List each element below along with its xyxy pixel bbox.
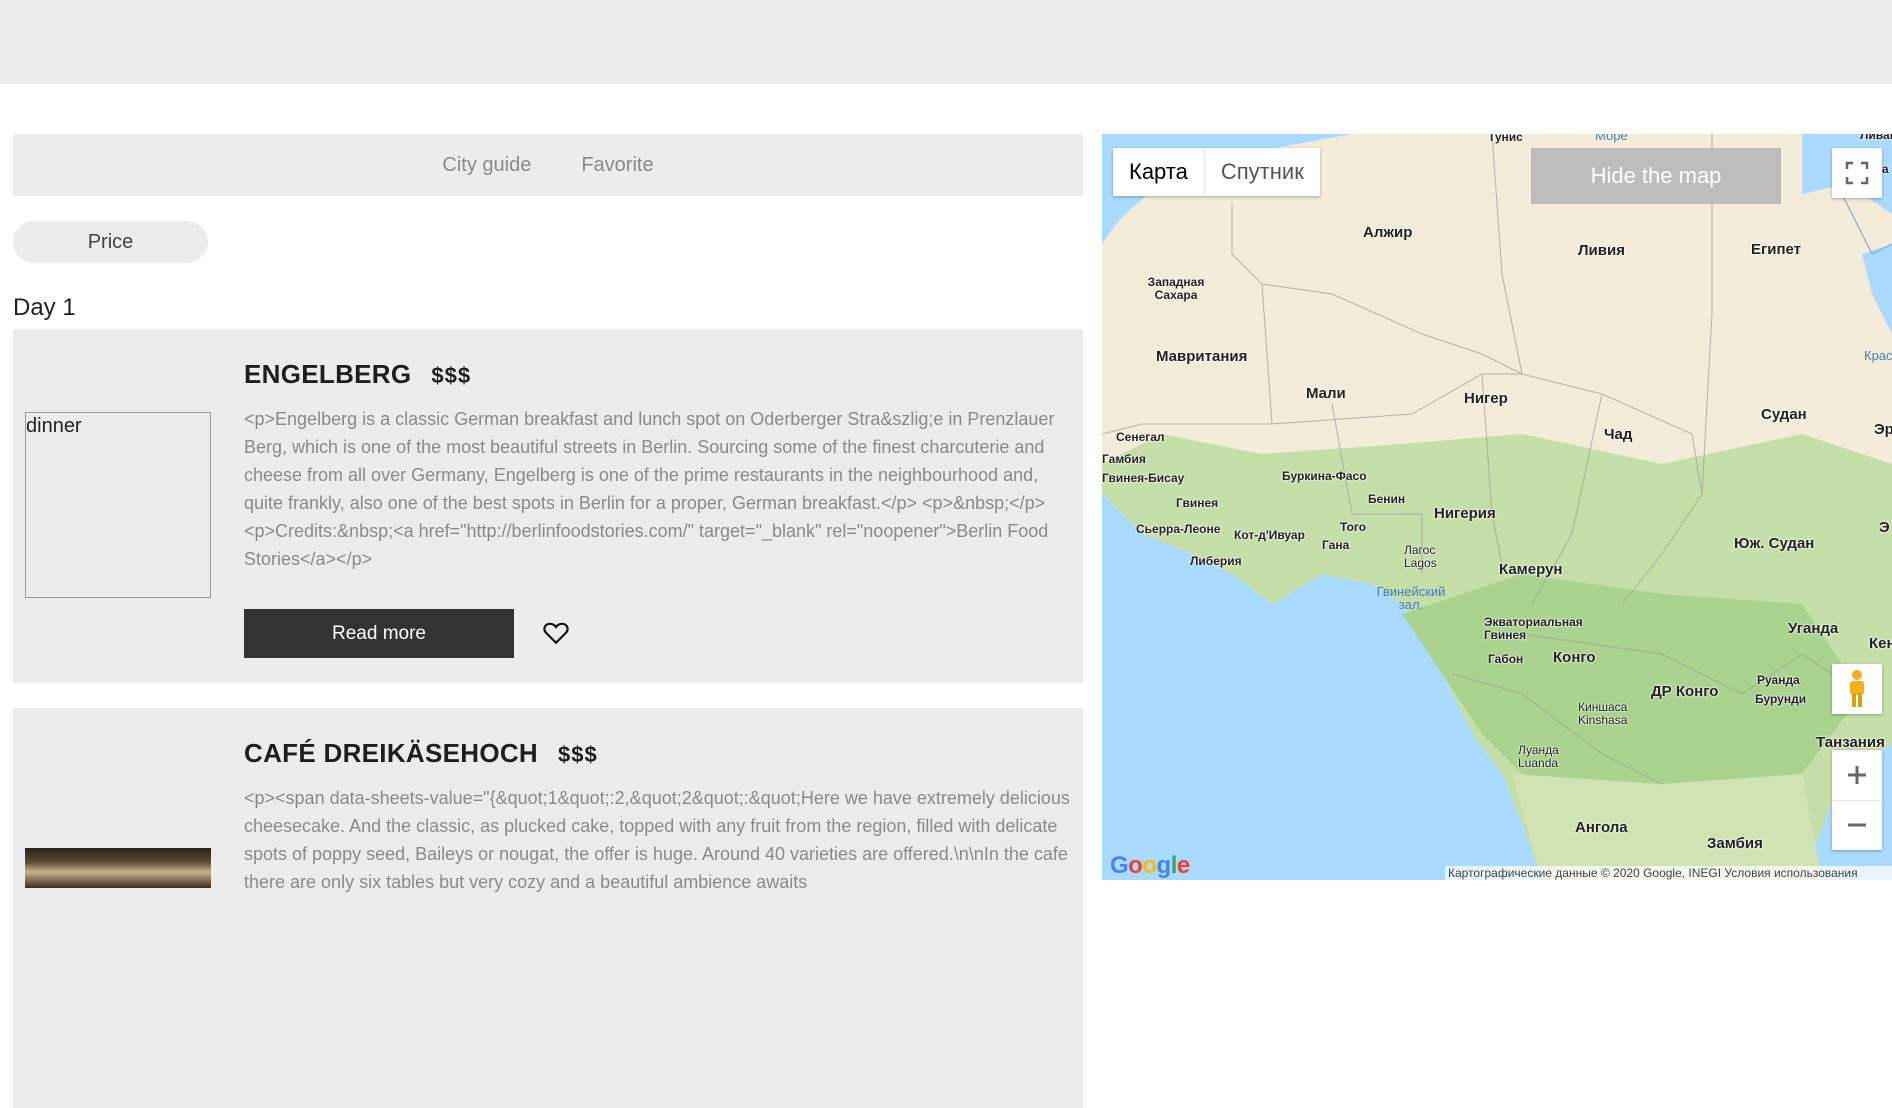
map-label-ethiopia: Э: [1879, 519, 1890, 536]
broken-image-alt: dinner: [26, 415, 82, 437]
map-label-burundi: Бурунди: [1755, 692, 1807, 706]
map-label-chad: Чад: [1604, 426, 1633, 443]
map-label-lagos: Лагос Lagos: [1404, 543, 1437, 570]
price-level: $$$: [558, 742, 598, 767]
map-label-liberia: Либерия: [1190, 554, 1242, 568]
map-label-niger: Нигер: [1464, 390, 1508, 407]
place-title[interactable]: CAFÉ DREIKÄSEHOCH $$$: [244, 738, 598, 769]
map-label-senegal: Сенегал: [1116, 430, 1165, 444]
nav-bar: City guide Favorite: [13, 134, 1083, 196]
zoom-out-button[interactable]: [1832, 801, 1882, 851]
map-panel[interactable]: Тунис Море Ливан Изра Алжир Ливия Египет…: [1102, 134, 1892, 880]
place-card: CAFÉ DREIKÄSEHOCH $$$ <p><span data-sheet…: [13, 708, 1083, 1108]
map-label-cote-divoire: Кот-д'Ивуар: [1234, 528, 1305, 542]
fullscreen-button[interactable]: [1832, 148, 1882, 198]
google-logo[interactable]: Google: [1110, 852, 1190, 880]
place-description: <p><span data-sheets-value="{&quot;1&quo…: [244, 788, 1070, 892]
map-label-drc: ДР Конго: [1651, 683, 1719, 700]
map-label-burkina: Буркина-Фасо: [1282, 469, 1367, 483]
map-label-mali: Мали: [1306, 385, 1346, 402]
map-label-lebanon: Ливан: [1860, 134, 1892, 142]
read-more-button[interactable]: Read more: [244, 609, 514, 658]
fullscreen-icon: [1845, 161, 1869, 185]
map-label-sierra-leone: Сьерра-Леоне: [1136, 522, 1221, 536]
map-label-libya: Ливия: [1578, 242, 1625, 259]
map-label-guinea-bissau: Гвинея-Бисау: [1102, 471, 1185, 485]
plus-icon: [1848, 765, 1866, 784]
day-heading: Day 1: [13, 294, 76, 321]
favorite-heart-icon[interactable]: [543, 621, 569, 645]
map-attribution[interactable]: Картографические данные © 2020 Google, I…: [1445, 866, 1892, 880]
map-label-rwanda: Руанда: [1757, 673, 1800, 687]
map-type-control: Карта Спутник: [1113, 148, 1320, 196]
map-label-guinea: Гвинея: [1176, 496, 1219, 510]
place-title[interactable]: ENGELBERG $$$: [244, 359, 471, 390]
map-label-red-sea: Крас: [1864, 348, 1892, 363]
map-label-mauritania: Мавритания: [1156, 348, 1248, 365]
content-column: City guide Favorite Price Day 1 dinner E…: [13, 134, 1083, 1108]
price-level: $$$: [431, 363, 472, 388]
top-header-bar: [0, 0, 1892, 84]
place-title-text: CAFÉ DREIKÄSEHOCH: [244, 738, 539, 768]
map-label-south-sudan: Юж. Судан: [1734, 535, 1815, 552]
place-card: dinner ENGELBERG $$$ <p>Engelberg is a cl…: [13, 329, 1083, 683]
nav-favorite[interactable]: Favorite: [581, 154, 653, 177]
nav-city-guide[interactable]: City guide: [442, 154, 531, 177]
map-label-sudan: Судан: [1761, 406, 1807, 423]
map-label-uganda: Уганда: [1788, 620, 1839, 637]
map-label-gambia: Гамбия: [1102, 452, 1146, 466]
pegman-icon: [1850, 670, 1864, 707]
map-label-eritrea: Эр: [1874, 421, 1892, 438]
street-view-button[interactable]: [1832, 664, 1882, 714]
minus-icon: [1848, 823, 1866, 827]
hide-map-button[interactable]: Hide the map: [1531, 148, 1781, 204]
map-label-congo: Конго: [1553, 649, 1596, 666]
map-label-tunisia: Тунис: [1488, 134, 1523, 144]
map-label-eq-guinea: Экваториальная Гвинея: [1484, 615, 1583, 642]
map-label-sea: Море: [1595, 134, 1628, 143]
map-label-nigeria: Нигерия: [1434, 505, 1496, 522]
map-label-luanda: Луанда Luanda: [1518, 743, 1559, 770]
price-filter-button[interactable]: Price: [13, 221, 208, 263]
map-label-algeria: Алжир: [1363, 224, 1413, 241]
map-label-ghana: Гана: [1322, 538, 1350, 552]
map-label-kenya: Кен: [1869, 635, 1892, 652]
place-description: <p>Engelberg is a classic German breakfa…: [244, 409, 1055, 569]
place-image: dinner: [25, 412, 211, 598]
map-label-western-sahara: Западная Сахара: [1147, 275, 1205, 302]
map-label-cameroon: Камерун: [1499, 561, 1563, 578]
map-label-tanzania: Танзания: [1816, 734, 1885, 751]
map-label-zambia: Замбия: [1707, 835, 1763, 852]
map-label-gulf-of-guinea: Гвинейский зал.: [1376, 584, 1446, 612]
map-label-benin: Бенин: [1368, 492, 1406, 506]
map-label-angola: Ангола: [1575, 819, 1628, 836]
map-type-map-button[interactable]: Карта: [1113, 148, 1205, 196]
zoom-control: [1832, 750, 1882, 850]
map-label-kinshasa: Киншаса Kinshasa: [1578, 700, 1628, 727]
place-title-text: ENGELBERG: [244, 359, 412, 389]
place-image: [25, 848, 211, 888]
map-type-satellite-button[interactable]: Спутник: [1205, 148, 1320, 196]
map-label-egypt: Египет: [1751, 241, 1802, 258]
map-label-gabon: Габон: [1488, 652, 1524, 666]
zoom-in-button[interactable]: [1832, 750, 1882, 801]
map-label-togo: Того: [1340, 520, 1367, 534]
